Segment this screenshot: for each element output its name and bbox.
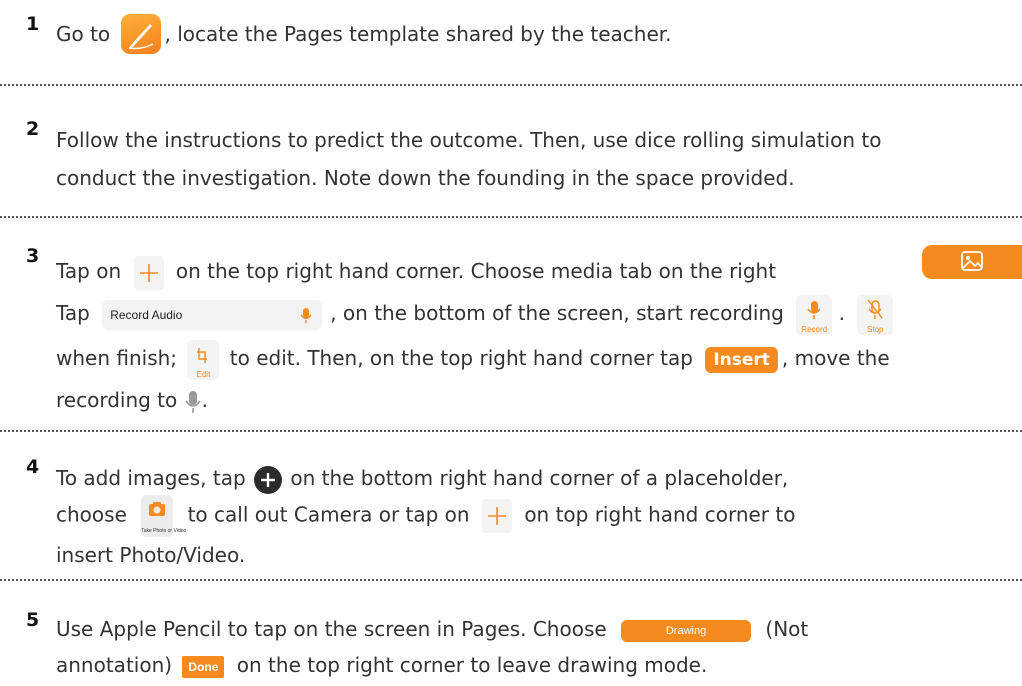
divider (0, 216, 1022, 218)
step-4-line-1: To add images, tap on the bottom right h… (56, 459, 788, 497)
done-button: Done (182, 655, 225, 678)
edit-caption: Edit (196, 369, 211, 379)
step-number: 2 (26, 118, 40, 140)
drawing-button: Drawing (621, 619, 752, 642)
step-2-text: Follow the instructions to predict the o… (56, 121, 881, 197)
step-2-line-1: Follow the instructions to predict the o… (56, 128, 882, 152)
step-4-line-3: insert Photo/Video. (56, 543, 246, 567)
step-4-l1-a: To add images, tap (56, 466, 246, 490)
step-3-l2-b: , on the bottom of the screen, start rec… (330, 301, 784, 325)
divider (0, 84, 1022, 86)
step-2-line-2: conduct the investigation. Note down the… (56, 166, 795, 190)
step-5-l2-b: on the top right corner to leave drawing… (236, 653, 708, 677)
step-5-line-1: Use Apple Pencil to tap on the screen in… (56, 610, 808, 648)
step-4-l2-c: on top right hand corner to (524, 502, 796, 527)
stop-caption: Stop (867, 324, 884, 334)
step-number: 4 (26, 456, 40, 478)
step-3-l3-c: , move the (781, 346, 890, 370)
step-3-line-2: Tap Record Audio , on the bottom of the … (56, 294, 894, 335)
step-1-text-a: Go to (56, 22, 111, 46)
divider (0, 430, 1022, 432)
edit-trim-icon: Edit (187, 339, 220, 380)
divider (0, 579, 1022, 581)
step-3-line-4: recording to . (56, 381, 208, 419)
photo-caption: Take Photo or Video (141, 528, 187, 534)
step-number: 1 (26, 13, 40, 35)
step-3-l1-a: Tap on (56, 259, 122, 283)
step-4-l2-b: to call out Camera or tap on (187, 502, 470, 527)
step-number: 5 (26, 609, 40, 631)
record-audio-label: Record Audio (110, 307, 183, 322)
step-1-text-b: , locate the Pages template shared by th… (164, 22, 672, 46)
step-5-l1-b: (Not (765, 617, 809, 641)
pages-app-icon (120, 13, 161, 54)
step-5-line-2: annotation) Done on the top right corner… (56, 646, 707, 684)
record-caption: Record (801, 324, 828, 334)
step-3-l1-b: on the top right hand corner. Choose med… (175, 259, 777, 283)
media-tab-icon (922, 245, 1022, 279)
step-3-l4-a: recording to (56, 388, 178, 412)
step-3-line-3: when finish; Edit to edit. Then, on the … (56, 339, 890, 380)
camera-icon: Take Photo or Video (141, 495, 187, 537)
stop-icon: Stop (857, 294, 894, 335)
step-4-l1-b: on the bottom right hand corner of a pla… (290, 466, 789, 490)
step-3-line-1: Tap on on the top right hand corner. Cho… (56, 252, 776, 290)
step-4-line-2: choose Take Photo or Video to call out C… (56, 495, 796, 537)
plus-icon (481, 499, 512, 533)
mic-placeholder-icon (184, 389, 202, 415)
step-1-text: Go to , locate the Pages template shared… (56, 13, 672, 54)
insert-button: Insert (705, 346, 778, 373)
add-circle-icon (254, 465, 282, 494)
step-3-l2-c: . (838, 301, 845, 325)
step-5-l2-a: annotation) (56, 653, 173, 677)
step-3-l3-a: when finish; (56, 346, 178, 370)
record-audio-button: Record Audio (102, 299, 323, 330)
step-5-l1-a: Use Apple Pencil to tap on the screen in… (56, 617, 607, 641)
step-4-l2-a: choose (56, 502, 127, 527)
record-icon: Record (796, 294, 833, 335)
step-3-l3-b: to edit. Then, on the top right hand cor… (229, 346, 693, 370)
step-3-l2-a: Tap (56, 301, 90, 325)
plus-icon (133, 255, 164, 290)
microphone-icon (300, 307, 312, 323)
step-number: 3 (26, 245, 40, 267)
step-3-l4-b: . (201, 388, 208, 412)
